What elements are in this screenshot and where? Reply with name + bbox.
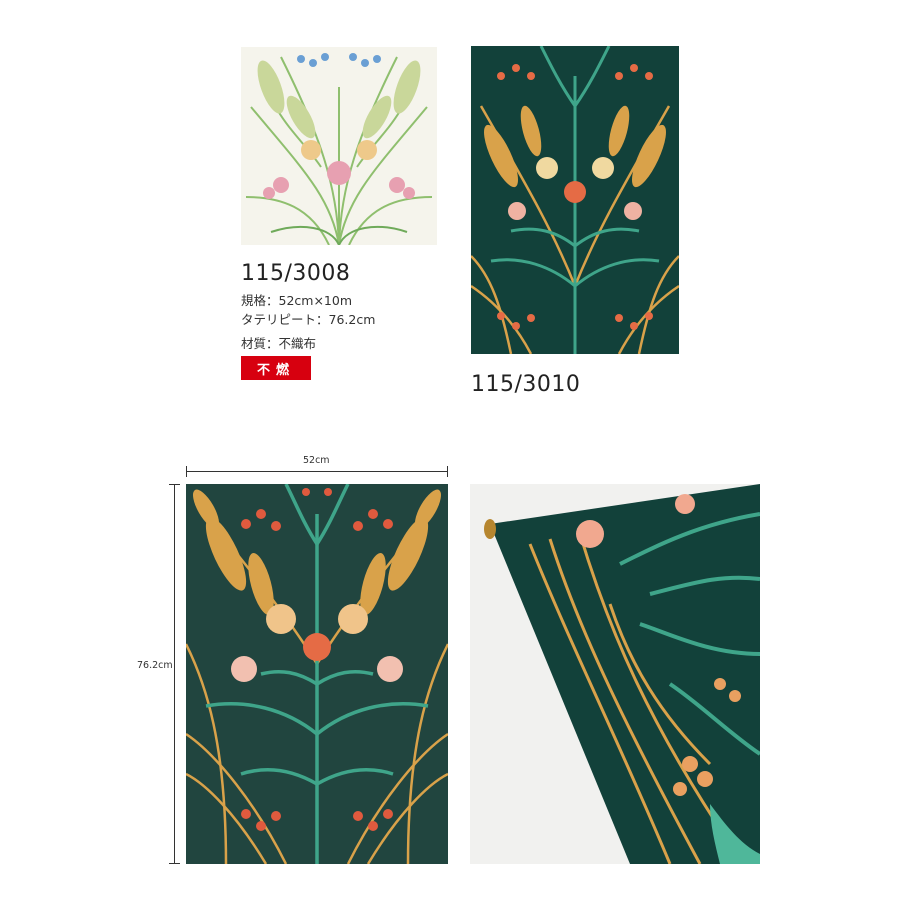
product-code-3010: 115/3010 <box>471 372 581 397</box>
height-dimension-label: 76.2cm <box>137 660 173 671</box>
width-dimension-tick-left <box>186 466 187 477</box>
nonflammable-badge: 不燃 <box>241 356 311 380</box>
width-dimension-tick-right <box>447 466 448 477</box>
height-dimension-tick-bottom <box>169 863 180 864</box>
swatch-115-3010-image <box>471 46 679 354</box>
spec-size: 規格：52cm×10m <box>241 293 353 308</box>
width-dimension-label: 52cm <box>303 455 330 466</box>
height-dimension-line <box>174 484 175 864</box>
wallpaper-roll-photo <box>470 484 760 864</box>
pattern-repeat-sample-image <box>186 484 448 864</box>
width-dimension-line <box>186 471 448 472</box>
height-dimension-tick-top <box>169 484 180 485</box>
spec-material: 材質：不織布 <box>241 336 317 351</box>
swatch-115-3008-image <box>241 47 437 245</box>
spec-vertical-repeat: タテリピート：76.2cm <box>241 312 376 327</box>
product-code-3008: 115/3008 <box>241 261 351 286</box>
